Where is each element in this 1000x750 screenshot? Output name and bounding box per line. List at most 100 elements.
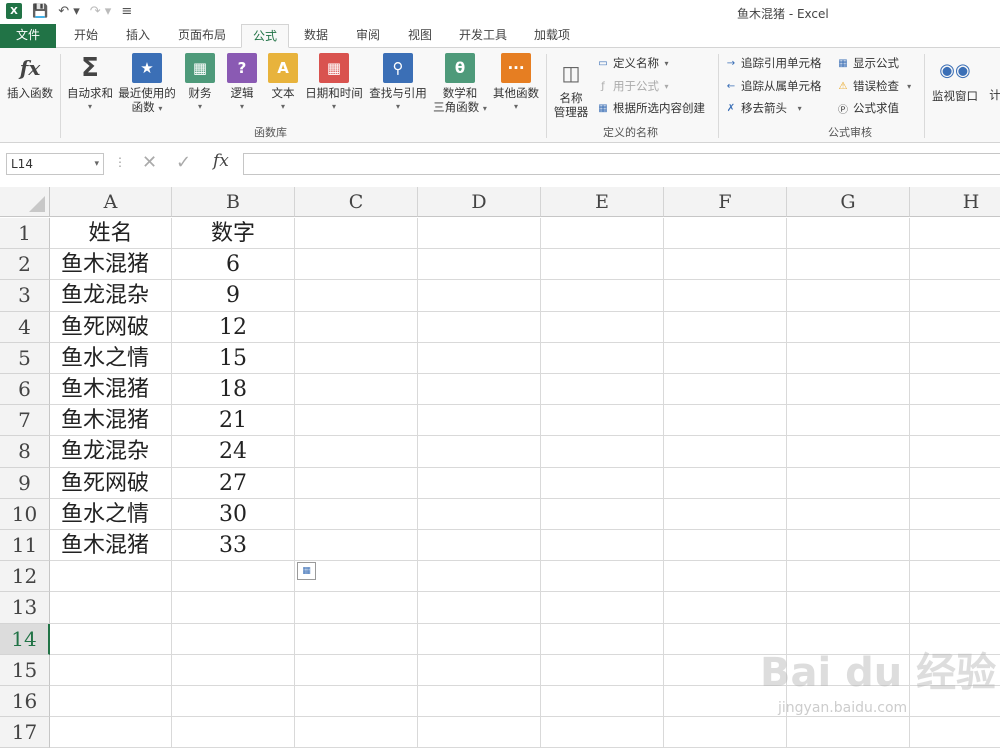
cell-c7[interactable]: [295, 405, 418, 437]
cell-f10[interactable]: [664, 498, 787, 530]
cell-c6[interactable]: [295, 374, 418, 406]
row-header-3[interactable]: 3: [0, 280, 50, 312]
cell-d16[interactable]: [418, 686, 541, 718]
tab-developer[interactable]: 开发工具: [450, 24, 516, 48]
cell-e7[interactable]: [541, 405, 664, 437]
cell-a16[interactable]: [50, 686, 172, 718]
more-functions-button[interactable]: ··· 其他函数 ▾: [490, 53, 542, 114]
row-header-8[interactable]: 8: [0, 436, 50, 468]
evaluate-formula-button[interactable]: Ⓟ 公式求值: [836, 100, 899, 116]
redo-icon[interactable]: ↷ ▾: [90, 4, 112, 19]
cell-e1[interactable]: [541, 218, 664, 250]
row-header-4[interactable]: 4: [0, 311, 50, 343]
cell-a2[interactable]: 鱼木混猪: [50, 249, 172, 281]
cell-g6[interactable]: [787, 374, 910, 406]
row-header-11[interactable]: 11: [0, 530, 50, 562]
cell-h17[interactable]: [910, 717, 1000, 749]
cell-c5[interactable]: [295, 342, 418, 374]
cell-a11[interactable]: 鱼木混猪: [50, 530, 172, 562]
tab-insert[interactable]: 插入: [114, 24, 162, 48]
cell-f9[interactable]: [664, 467, 787, 499]
error-checking-button[interactable]: ⚠ 错误检查 ▾: [836, 78, 912, 94]
name-box[interactable]: L14 ▾: [6, 153, 104, 175]
cell-b3[interactable]: 9: [172, 280, 295, 312]
cell-b15[interactable]: [172, 654, 295, 686]
cell-e9[interactable]: [541, 467, 664, 499]
cell-g10[interactable]: [787, 498, 910, 530]
define-name-button[interactable]: ▭ 定义名称 ▾: [596, 55, 668, 71]
row-header-13[interactable]: 13: [0, 592, 50, 624]
cell-f6[interactable]: [664, 374, 787, 406]
cell-g3[interactable]: [787, 280, 910, 312]
cell-b9[interactable]: 27: [172, 467, 295, 499]
cell-e6[interactable]: [541, 374, 664, 406]
cell-a3[interactable]: 鱼龙混杂: [50, 280, 172, 312]
formula-input[interactable]: [243, 153, 1000, 175]
insert-function-button[interactable]: fx 插入函数: [4, 53, 56, 100]
cell-h5[interactable]: [910, 343, 1000, 374]
cell-h6[interactable]: [910, 374, 1000, 406]
row-header-5[interactable]: 5: [0, 342, 50, 374]
cell-f8[interactable]: [664, 436, 787, 468]
cell-a1[interactable]: 姓名: [50, 218, 172, 250]
paste-options-icon[interactable]: ▦: [297, 562, 316, 580]
cell-b6[interactable]: 18: [172, 374, 295, 406]
cell-c1[interactable]: [295, 218, 418, 250]
cell-c11[interactable]: [295, 530, 418, 562]
use-in-formula-button[interactable]: ƒ 用于公式 ▾: [596, 78, 668, 94]
cell-d15[interactable]: [418, 654, 541, 686]
column-header-a[interactable]: A: [50, 187, 172, 217]
cell-c14[interactable]: [295, 623, 418, 655]
cell-a10[interactable]: 鱼水之情: [50, 498, 172, 530]
row-header-9[interactable]: 9: [0, 467, 50, 499]
cell-f1[interactable]: [664, 218, 787, 250]
cell-c3[interactable]: [295, 280, 418, 312]
datetime-button[interactable]: ▦ 日期和时间 ▾: [302, 53, 366, 114]
cell-d2[interactable]: [418, 249, 541, 281]
cell-b17[interactable]: [172, 717, 295, 749]
cancel-icon[interactable]: ✕: [142, 152, 157, 173]
cell-d3[interactable]: [418, 280, 541, 312]
cell-d7[interactable]: [418, 405, 541, 437]
row-header-16[interactable]: 16: [0, 686, 50, 718]
column-header-g[interactable]: G: [787, 187, 910, 217]
cell-b10[interactable]: 30: [172, 498, 295, 530]
cell-b13[interactable]: [172, 592, 295, 624]
row-header-1[interactable]: 1: [0, 218, 50, 250]
cell-e13[interactable]: [541, 592, 664, 624]
cell-h3[interactable]: [910, 280, 1000, 312]
cell-g12[interactable]: [787, 561, 910, 593]
cell-f13[interactable]: [664, 592, 787, 624]
insert-function-icon[interactable]: fx: [213, 151, 229, 171]
cell-d11[interactable]: [418, 530, 541, 562]
cell-c8[interactable]: [295, 436, 418, 468]
cell-d5[interactable]: [418, 342, 541, 374]
cell-c15[interactable]: [295, 654, 418, 686]
row-header-12[interactable]: 12: [0, 561, 50, 593]
cell-e5[interactable]: [541, 342, 664, 374]
trace-dependents-button[interactable]: ← 追踪从属单元格: [724, 78, 822, 94]
cell-b14[interactable]: [172, 623, 295, 655]
math-trig-button[interactable]: θ 数学和 三角函数 ▾: [430, 53, 490, 116]
select-all-button[interactable]: [0, 187, 50, 217]
cell-b7[interactable]: 21: [172, 405, 295, 437]
lookup-button[interactable]: ⚲ 查找与引用 ▾: [366, 53, 430, 114]
cell-e15[interactable]: [541, 654, 664, 686]
cell-d13[interactable]: [418, 592, 541, 624]
cell-b4[interactable]: 12: [172, 311, 295, 343]
cell-f17[interactable]: [664, 717, 787, 749]
cell-f2[interactable]: [664, 249, 787, 281]
tab-home[interactable]: 开始: [62, 24, 110, 48]
cell-e10[interactable]: [541, 498, 664, 530]
customize-qa-icon[interactable]: ≡: [121, 4, 132, 19]
cell-c16[interactable]: [295, 686, 418, 718]
cell-h13[interactable]: [910, 592, 1000, 624]
tab-review[interactable]: 审阅: [344, 24, 392, 48]
row-header-7[interactable]: 7: [0, 405, 50, 437]
cell-d8[interactable]: [418, 436, 541, 468]
cell-e3[interactable]: [541, 280, 664, 312]
cell-e16[interactable]: [541, 686, 664, 718]
cell-g11[interactable]: [787, 530, 910, 562]
drag-handle-icon[interactable]: ⋮: [114, 155, 126, 169]
remove-arrows-button[interactable]: ✗ 移去箭头 ▾: [724, 100, 802, 116]
